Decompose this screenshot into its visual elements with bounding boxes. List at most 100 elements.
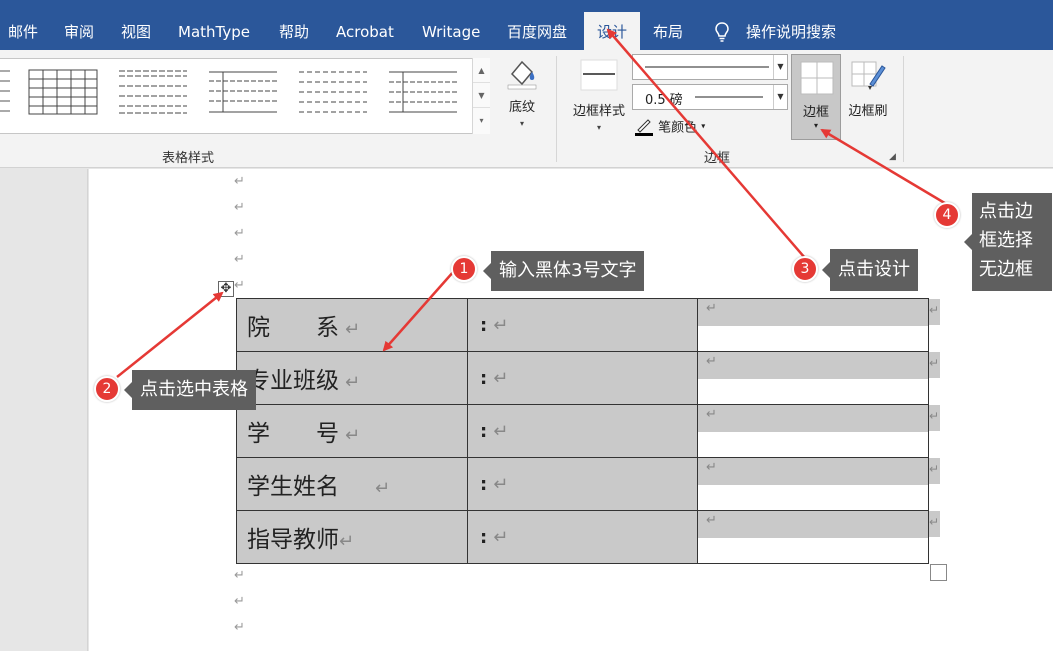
table-move-handle[interactable]: ✥ <box>218 281 234 297</box>
paragraph-mark: ↵ <box>234 278 245 293</box>
paragraph-mark: ↵ <box>706 460 717 475</box>
row-label: 指导教师 <box>247 527 339 553</box>
row-label: 专业班级 <box>247 368 339 394</box>
table-style-thumb[interactable] <box>0 69 12 117</box>
callout-tip-1: 输入黑体3号文字 <box>482 251 645 291</box>
paragraph-mark: ↵ <box>234 200 245 215</box>
table-row: 学生姓名 ↵ : ↵ ↵ <box>236 457 929 511</box>
nav-pane <box>0 169 88 651</box>
pen-icon <box>635 119 653 136</box>
pen-color-button[interactable]: 笔颜色 ▾ <box>634 116 705 136</box>
table-style-thumb[interactable] <box>208 69 280 117</box>
row-end-mark: ↵ <box>929 299 940 325</box>
border-painter-button[interactable]: 边框刷 <box>843 58 893 119</box>
callout-badge-2: 2 <box>94 376 120 402</box>
gallery-more-icon[interactable]: ▾ <box>473 108 490 133</box>
table-style-thumb[interactable] <box>118 69 190 117</box>
pen-weight-value: 0.5 磅 <box>645 93 683 108</box>
colon-cell[interactable]: : ↵ <box>467 457 698 511</box>
borders-grid-icon <box>800 61 834 95</box>
ribbon: ▲ ▼ ▾ 底纹 ▾ 表格样式 边框样式 ▾ ▼ 0.5 磅 ▼ 笔颜色 ▾ 边… <box>0 50 1053 168</box>
cover-info-table[interactable]: 院 系 ↵ : ↵ ↵ 专业班级 ↵ : ↵ ↵ 学 号 ↵ : ↵ ↵ 学生姓名 ↵ : ↵ … <box>236 298 929 564</box>
table-style-thumb[interactable] <box>388 69 460 117</box>
paragraph-mark: ↵ <box>345 319 361 340</box>
group-separator <box>556 56 557 162</box>
paragraph-mark: ↵ <box>234 174 245 189</box>
callout-badge-1: 1 <box>451 256 477 282</box>
shading-label: 底纹 <box>508 100 535 115</box>
row-end-mark: ↵ <box>929 458 940 484</box>
colon-text: : <box>480 367 488 389</box>
pen-weight-dropdown[interactable]: 0.5 磅 ▼ <box>632 84 788 110</box>
chevron-down-icon[interactable]: ▼ <box>773 55 787 79</box>
paragraph-mark: ↵ <box>234 594 245 609</box>
table-row: 指导教师↵ : ↵ ↵ <box>236 510 929 564</box>
colon-cell[interactable]: : ↵ <box>467 510 698 564</box>
row-end-mark: ↵ <box>929 511 940 537</box>
table-style-thumb[interactable] <box>298 69 370 117</box>
paragraph-mark: ↵ <box>493 526 509 548</box>
value-cell[interactable]: ↵ <box>697 510 929 564</box>
value-cell[interactable]: ↵ <box>697 298 929 352</box>
line-style-dropdown[interactable]: ▼ <box>632 54 788 80</box>
paragraph-mark: ↵ <box>706 407 717 422</box>
row-label: 学 号 <box>247 421 339 447</box>
paragraph-mark: ↵ <box>493 420 509 442</box>
label-cell[interactable]: 院 系 ↵ <box>236 298 468 352</box>
paragraph-mark: ↵ <box>375 478 391 499</box>
callout-badge-3: 3 <box>792 256 818 282</box>
table-row: 院 系 ↵ : ↵ ↵ <box>236 298 929 352</box>
table-resize-handle[interactable] <box>930 564 947 581</box>
colon-cell[interactable]: : ↵ <box>467 351 698 405</box>
label-cell[interactable]: 指导教师↵ <box>236 510 468 564</box>
paragraph-mark: ↵ <box>493 314 509 336</box>
borders-button[interactable]: 边框 ▾ <box>791 54 841 140</box>
gallery-down-icon[interactable]: ▼ <box>473 83 490 108</box>
label-cell[interactable]: 学 号 ↵ <box>236 404 468 458</box>
border-style-icon <box>580 59 618 91</box>
callout-badge-4: 4 <box>934 202 960 228</box>
paragraph-mark: ↵ <box>706 354 717 369</box>
label-cell[interactable]: 专业班级 ↵ <box>236 351 468 405</box>
row-label: 院 系 <box>247 315 339 341</box>
table-style-thumb[interactable] <box>28 69 100 117</box>
colon-cell[interactable]: : ↵ <box>467 404 698 458</box>
shading-button[interactable]: 底纹 ▾ <box>500 56 544 128</box>
chevron-down-icon[interactable]: ▼ <box>773 85 787 109</box>
table-styles-group-label: 表格样式 <box>162 151 215 166</box>
callout-tip-3: 点击设计 <box>822 249 918 291</box>
dialog-launcher-icon[interactable]: ◢ <box>889 152 896 162</box>
row-label: 学生姓名 <box>247 474 339 500</box>
value-cell[interactable]: ↵ <box>697 457 929 511</box>
paragraph-mark: ↵ <box>345 425 361 446</box>
paragraph-mark: ↵ <box>234 226 245 241</box>
table-styles-gallery[interactable] <box>0 58 490 134</box>
paragraph-mark: ↵ <box>234 620 245 635</box>
colon-cell[interactable]: : ↵ <box>467 298 698 352</box>
colon-text: : <box>480 420 488 442</box>
colon-text: : <box>480 473 488 495</box>
callout-tip-2: 点击选中表格 <box>124 370 256 410</box>
value-cell[interactable]: ↵ <box>697 351 929 405</box>
table-row: 学 号 ↵ : ↵ ↵ <box>236 404 929 458</box>
group-separator <box>903 56 904 162</box>
paragraph-mark: ↵ <box>706 513 717 528</box>
paragraph-mark: ↵ <box>234 252 245 267</box>
paragraph-mark: ↵ <box>493 367 509 389</box>
line-sample-icon <box>645 66 769 68</box>
gallery-up-icon[interactable]: ▲ <box>473 58 490 83</box>
paragraph-mark: ↵ <box>339 531 355 552</box>
callout-tip-4: 点击边框选择无边框 <box>964 193 1052 291</box>
paragraph-mark: ↵ <box>345 372 361 393</box>
label-cell[interactable]: 学生姓名 ↵ <box>236 457 468 511</box>
border-styles-button[interactable]: 边框样式 ▾ <box>567 58 631 132</box>
table-row: 专业班级 ↵ : ↵ ↵ <box>236 351 929 405</box>
colon-text: : <box>480 526 488 548</box>
gallery-scrollbar[interactable]: ▲ ▼ ▾ <box>472 58 490 134</box>
paragraph-mark: ↵ <box>493 473 509 495</box>
border-painter-icon <box>851 61 886 90</box>
value-cell[interactable]: ↵ <box>697 404 929 458</box>
colon-text: : <box>480 314 488 336</box>
lightbulb-icon[interactable] <box>714 22 730 42</box>
paragraph-mark: ↵ <box>234 568 245 583</box>
